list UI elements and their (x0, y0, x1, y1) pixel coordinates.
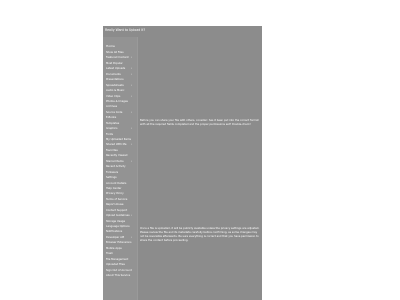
sidebar-item-label: Spreadsheets (106, 83, 124, 87)
sidebar-item-label: About This Service (106, 273, 131, 277)
sidebar-item-label: Mobile Apps (106, 246, 122, 250)
sidebar-item-label: Account Details (106, 181, 127, 185)
sidebar-item-label: Most Popular (106, 61, 123, 65)
sidebar-item-label: Fonts (106, 132, 113, 136)
sidebar-item-label: Video Clips (106, 94, 121, 98)
sidebar-item-label: Shared With Me (106, 143, 127, 147)
sidebar-item-label: Terms of Service (106, 197, 128, 201)
sidebar-list: Show All Files Featured Content › Most Popu… (103, 50, 137, 278)
sidebar-item-label: Notifications (106, 230, 123, 234)
sidebar-item-label: Show All Files (106, 51, 124, 54)
sidebar-item-label: Uploaded Files (106, 263, 125, 267)
sidebar-item-label: Latest Uploads (106, 67, 126, 71)
sidebar-item-label: Developer API (106, 235, 125, 239)
sidebar-item-label: Sign Out of Account (106, 268, 132, 272)
sidebar-item-label: Featured Content (106, 56, 129, 60)
sidebar-item-label: Templates (106, 121, 120, 125)
sidebar-item-label: Photos & Images (106, 99, 128, 103)
sidebar-item-label: Followers (106, 170, 119, 174)
sidebar-item-label: Graphics (106, 127, 118, 131)
sidebar-item-label: Recent Activity (106, 165, 126, 169)
sidebar-item-label: Archives (106, 105, 118, 109)
sidebar-item-label: Audio & Music (106, 89, 125, 93)
sidebar-item-label: Source Code (106, 110, 123, 114)
sidebar-item-label: Upload Guidelines (106, 214, 130, 218)
sidebar-item-label: Favorites (106, 148, 118, 152)
sidebar-item-label: Privacy Policy (106, 192, 124, 196)
sidebar-item-label: Starred Items (106, 159, 124, 163)
sidebar-item-label: Documents (106, 72, 121, 76)
sidebar-header[interactable]: Home (106, 44, 115, 48)
sidebar-item-label: Recently Viewed (106, 154, 128, 158)
sidebar-item-label: Report Abuse (106, 203, 124, 207)
sidebar-item-label: Settings (106, 176, 117, 180)
sidebar-item-label: Trash (106, 252, 113, 256)
sidebar: Home Show All Files Featured Content › Most… (103, 37, 138, 300)
sidebar-item-label: Browser Extensions (106, 241, 132, 245)
sidebar-item-label: My Uploaded Items (106, 138, 132, 141)
sidebar-item-label: Presentations (106, 78, 124, 82)
sidebar-item-label: File Management (106, 257, 129, 261)
info-paragraph: Before you can share your file with othe… (140, 119, 259, 126)
sidebar-item-label: Contact Support (106, 208, 128, 212)
warning-paragraph: Once a file is uploaded, it will be publ… (140, 227, 260, 242)
upload-window: Really Want to Upload It? Home Show All … (103, 26, 262, 300)
sidebar-item-label: Help Center (106, 186, 122, 190)
sidebar-item-label: Language Options (106, 225, 130, 228)
main-content: Before you can share your file with othe… (140, 37, 260, 300)
sidebar-item-label: E-Books (106, 116, 117, 120)
sidebar-item[interactable]: About This Service (103, 273, 137, 278)
sidebar-item-label: Storage Usage (106, 219, 126, 223)
window-title: Really Want to Upload It? (105, 28, 146, 32)
